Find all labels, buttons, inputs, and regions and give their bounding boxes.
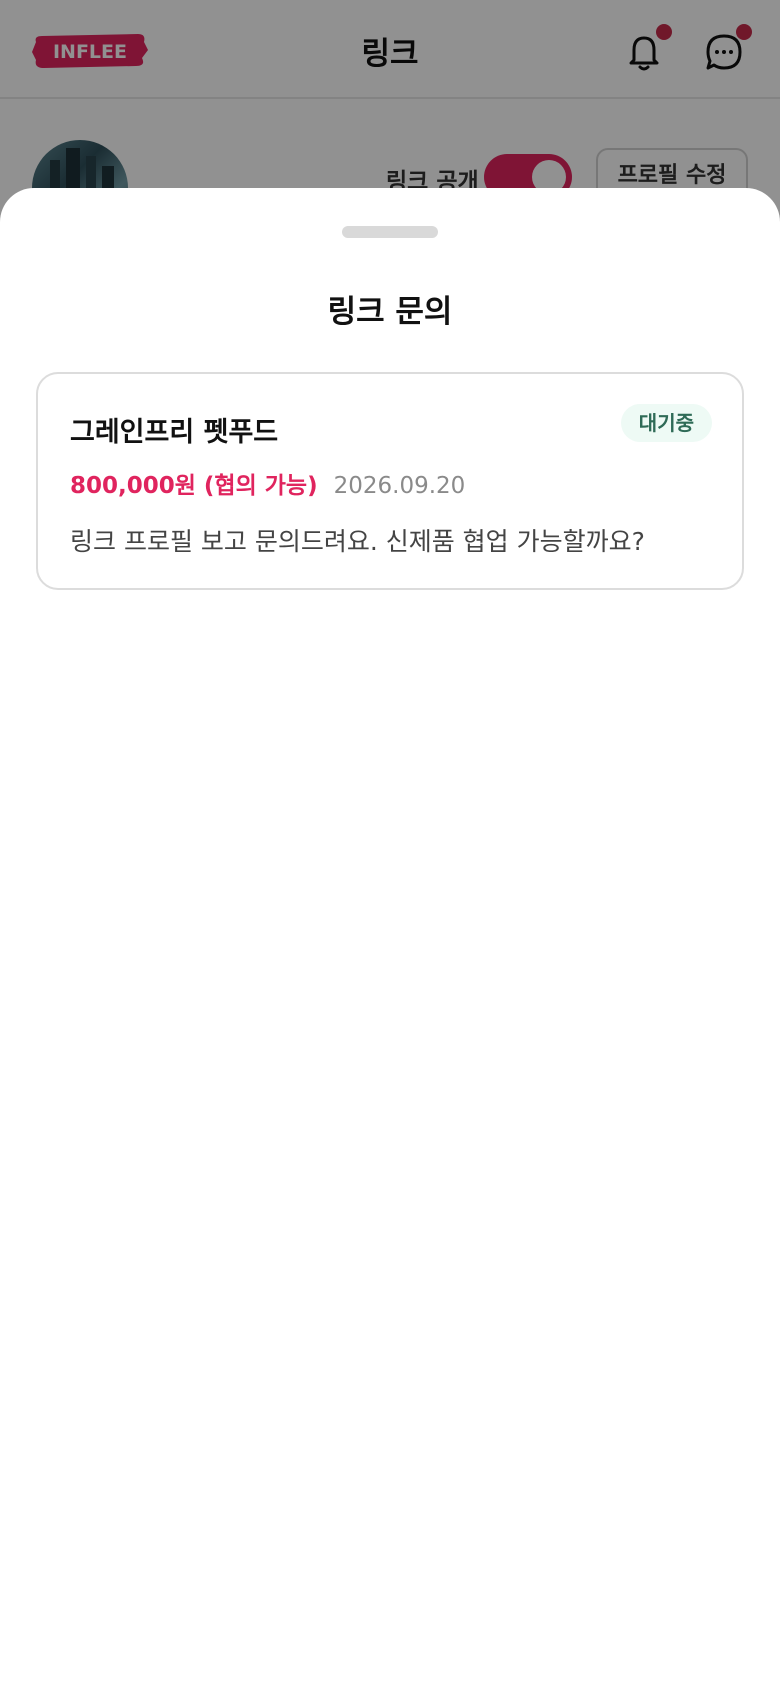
inquiry-bottom-sheet: 링크 문의 그레인프리 펫푸드 대기중 800,000원 (협의 가능) 2026… [0, 188, 780, 1688]
company-name: 그레인프리 펫푸드 [70, 417, 279, 448]
status-badge: 대기중 [620, 404, 712, 442]
inquiry-meta: 800,000원 (협의 가능) 2026.09.20 [70, 466, 465, 500]
inquiry-card[interactable]: 그레인프리 펫푸드 대기중 800,000원 (협의 가능) 2026.09.20… [36, 372, 744, 590]
sheet-title: 링크 문의 [327, 294, 453, 330]
sheet-drag-handle[interactable] [342, 226, 438, 238]
inquiry-message: 링크 프로필 보고 문의드려요. 신제품 협업 가능할까요? [70, 527, 645, 556]
inquiry-date: 2026.09.20 [333, 473, 466, 499]
inquiry-price: 800,000원 (협의 가능) [70, 473, 318, 499]
